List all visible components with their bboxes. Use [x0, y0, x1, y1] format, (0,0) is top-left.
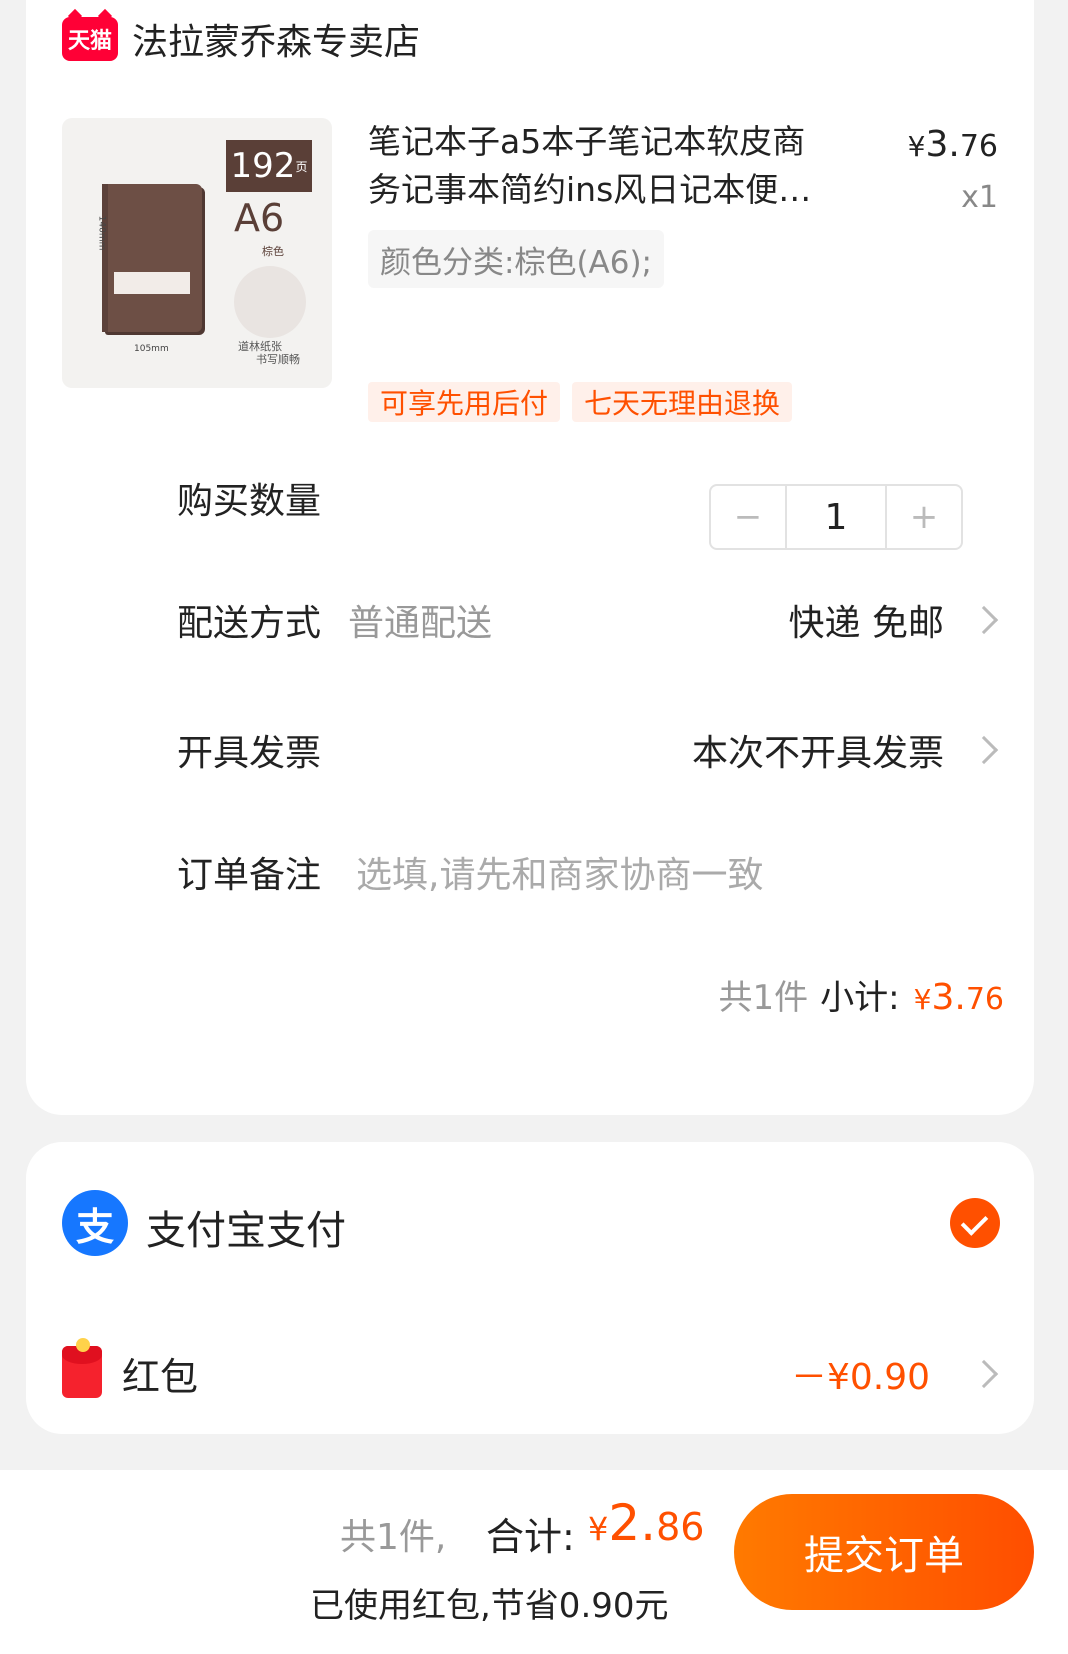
subtotal-amount: ¥3.76 — [913, 977, 1004, 1018]
selected-check-icon[interactable] — [950, 1198, 1000, 1248]
quantity-plus-button[interactable]: + — [887, 486, 961, 548]
total-count: 共1件, — [340, 1517, 447, 1558]
product-title[interactable]: 笔记本子a5本子笔记本软皮商务记事本简约ins风日记本便… — [368, 118, 838, 214]
shop-name: 法拉蒙乔森专卖店 — [132, 22, 421, 63]
tag-seven-day-return: 七天无理由退换 — [572, 382, 793, 422]
product-spec[interactable]: 颜色分类:棕色(A6); — [368, 230, 665, 288]
notebook-image — [102, 184, 202, 332]
quantity-label: 购买数量 — [177, 481, 322, 522]
subtotal-count: 共1件 — [718, 978, 809, 1018]
invoice-label: 开具发票 — [177, 733, 322, 774]
payment-method-label[interactable]: 支付宝支付 — [146, 1198, 346, 1256]
tag-pay-later: 可享先用后付 — [368, 382, 561, 422]
payment-card: 支 支付宝支付 红包 －¥0.90 — [26, 1142, 1034, 1434]
thumb-pages-badge: 192 页 — [226, 140, 312, 192]
thumb-size-label: A6 — [234, 196, 285, 240]
quantity-minus-button[interactable]: − — [711, 486, 785, 548]
shipping-label: 配送方式 — [177, 603, 322, 644]
thumb-paper-circle — [234, 266, 306, 338]
invoice-chevron-icon[interactable] — [969, 735, 999, 765]
product-quantity-label: x1 — [961, 180, 998, 215]
bottom-bar: 共1件, 合计: ¥2.86 已使用红包,节省0.90元 提交订单 — [0, 1470, 1068, 1654]
order-note-input[interactable]: 选填,请先和商家协商一致 — [356, 846, 763, 898]
thumb-dimension-horizontal: 105mm — [134, 344, 169, 354]
quantity-stepper: − 1 + — [709, 484, 963, 550]
invoice-value[interactable]: 本次不开具发票 — [692, 724, 944, 776]
tmall-logo-icon: 天猫 — [62, 17, 118, 61]
tmall-logo-text: 天猫 — [67, 29, 112, 54]
shipping-value[interactable]: 快递 免邮 — [789, 594, 944, 646]
thumb-paper-note: 道林纸张 书写顺畅 — [238, 340, 300, 367]
shipping-type: 普通配送 — [348, 603, 493, 644]
note-label: 订单备注 — [177, 855, 322, 896]
total-label: 合计: — [486, 1515, 575, 1559]
red-packet-label[interactable]: 红包 — [122, 1346, 198, 1401]
alipay-icon: 支 — [62, 1190, 128, 1256]
shop-header[interactable]: 天猫 法拉蒙乔森专卖店 — [62, 14, 420, 64]
subtotal-label: 小计: — [820, 978, 900, 1018]
red-packet-amount[interactable]: －¥0.90 — [791, 1348, 930, 1400]
thumb-dimension-vertical: 140mm — [96, 215, 107, 251]
savings-note: 已使用红包,节省0.90元 — [310, 1586, 669, 1626]
red-packet-chevron-icon[interactable] — [969, 1359, 999, 1389]
quantity-input[interactable]: 1 — [785, 486, 887, 548]
order-card: 天猫 法拉蒙乔森专卖店 140mm 105mm 192 页 A6 棕色 道林纸张书… — [26, 0, 1034, 1115]
product-thumbnail[interactable]: 140mm 105mm 192 页 A6 棕色 道林纸张 书写顺畅 — [62, 118, 332, 388]
subtotal: 共1件 小计: ¥3.76 — [719, 970, 1004, 1019]
product-price: ¥3.76 — [907, 124, 998, 165]
submit-order-button[interactable]: 提交订单 — [734, 1494, 1034, 1610]
red-packet-icon — [62, 1338, 102, 1398]
thumb-color-note: 棕色 — [262, 245, 284, 258]
service-tags: 可享先用后付 七天无理由退换 — [368, 382, 793, 422]
shipping-chevron-icon[interactable] — [969, 605, 999, 635]
total-amount: ¥2.86 — [588, 1494, 705, 1552]
